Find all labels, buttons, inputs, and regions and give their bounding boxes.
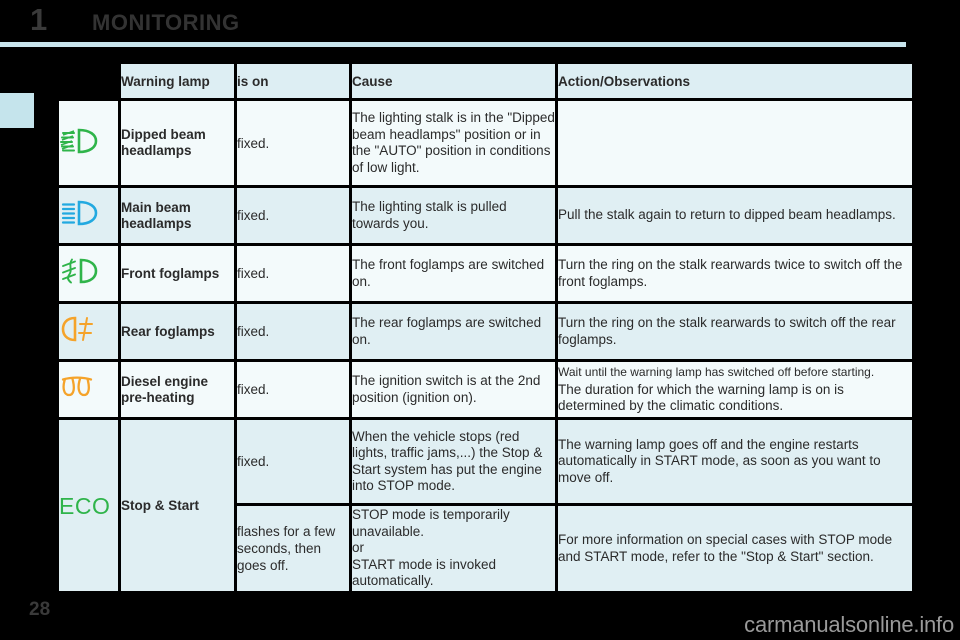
header-rule [0,42,906,47]
warning-lamp-cause-line3: START mode is invoked automatically. [352,556,497,589]
warning-lamp-icon-cell [59,188,118,243]
warning-lamp-is-on: fixed. [237,304,349,359]
table-row: Dipped beam headlamps fixed. The lightin… [59,101,912,185]
diesel-preheating-icon [59,376,99,398]
warning-lamp-cause: The ignition switch is at the 2nd positi… [352,362,555,417]
rear-foglamps-icon [59,316,101,342]
warning-lamp-cause: The rear foglamps are switched on. [352,304,555,359]
warning-lamp-action: The warning lamp goes off and the engine… [558,420,912,503]
warning-lamp-name: Dipped beam headlamps [121,101,234,185]
table-header-action: Action/Observations [558,64,912,98]
warning-lamp-icon-cell [59,304,118,359]
table-header-is-on: is on [237,64,349,98]
warning-lamp-is-on: flashes for a few seconds, then goes off… [237,506,349,591]
table-row: ECO Stop & Start fixed. When the vehicle… [59,420,912,591]
warning-lamp-name: Main beam headlamps [121,188,234,243]
warning-lamp-is-on: fixed. [237,246,349,301]
eco-icon: ECO [59,492,111,519]
table-row: Rear foglamps fixed. The rear foglamps a… [59,304,912,359]
warning-lamp-icon-cell [59,246,118,301]
chapter-number: 1 [30,2,48,37]
warning-lamp-is-on: fixed. [237,101,349,185]
table-header-cause: Cause [352,64,555,98]
table-header-row: Warning lamp is on Cause Action/Observat… [59,64,912,98]
warning-lamp-table: Warning lamp is on Cause Action/Observat… [56,61,915,594]
warning-lamp-cause: When the vehicle stops (red lights, traf… [352,420,555,503]
warning-lamp-is-on: fixed. [237,420,349,503]
warning-lamp-cause-line2: or [352,540,365,556]
warning-lamp-name: Diesel engine pre-heating [121,362,234,417]
table-header-warning-lamp: Warning lamp [121,64,234,98]
table-row: Front foglamps fixed. The front foglamps… [59,246,912,301]
warning-lamp-action-line1: Wait until the warning lamp has switched… [558,364,875,379]
section-thumb-tab [0,93,34,128]
page-number: 28 [29,599,51,620]
warning-lamp-icon-cell [59,362,118,417]
warning-lamp-name: Stop & Start [121,420,234,591]
warning-lamp-action [558,101,912,185]
warning-lamp-cause: The lighting stalk is in the "Dipped bea… [352,101,555,185]
warning-lamp-action: Wait until the warning lamp has switched… [558,362,912,417]
warning-lamp-name: Rear foglamps [121,304,234,359]
warning-lamp-cause: STOP mode is temporarily unavailable. or… [352,506,555,591]
warning-lamp-cause-line1: STOP mode is temporarily unavailable. [352,507,510,539]
warning-lamp-name: Front foglamps [121,246,234,301]
warning-lamp-cause: The front foglamps are switched on. [352,246,555,301]
dipped-beam-headlamps-icon [59,128,101,154]
page-title: MONITORING [92,10,240,35]
warning-lamp-is-on: fixed. [237,362,349,417]
main-beam-headlamps-icon [59,200,101,226]
warning-lamp-action: For more information on special cases wi… [558,506,912,591]
warning-lamp-action: Pull the stalk again to return to dipped… [558,188,912,243]
warning-lamp-action-line2: The duration for which the warning lamp … [558,381,844,414]
table-header-icon [59,64,118,98]
watermark: carmanualsonline.info [744,612,954,637]
warning-lamp-is-on: fixed. [237,188,349,243]
warning-lamp-icon-cell: ECO [59,420,118,591]
table-row: Main beam headlamps fixed. The lighting … [59,188,912,243]
warning-lamp-icon-cell [59,101,118,185]
table-row: Diesel engine pre-heating fixed. The ign… [59,362,912,417]
warning-lamp-action: Turn the ring on the stalk rearwards twi… [558,246,912,301]
page-header: 1 MONITORING [0,0,960,40]
front-foglamps-icon [59,258,101,284]
warning-lamp-action: Turn the ring on the stalk rearwards to … [558,304,912,359]
warning-lamp-cause: The lighting stalk is pulled towards you… [352,188,555,243]
